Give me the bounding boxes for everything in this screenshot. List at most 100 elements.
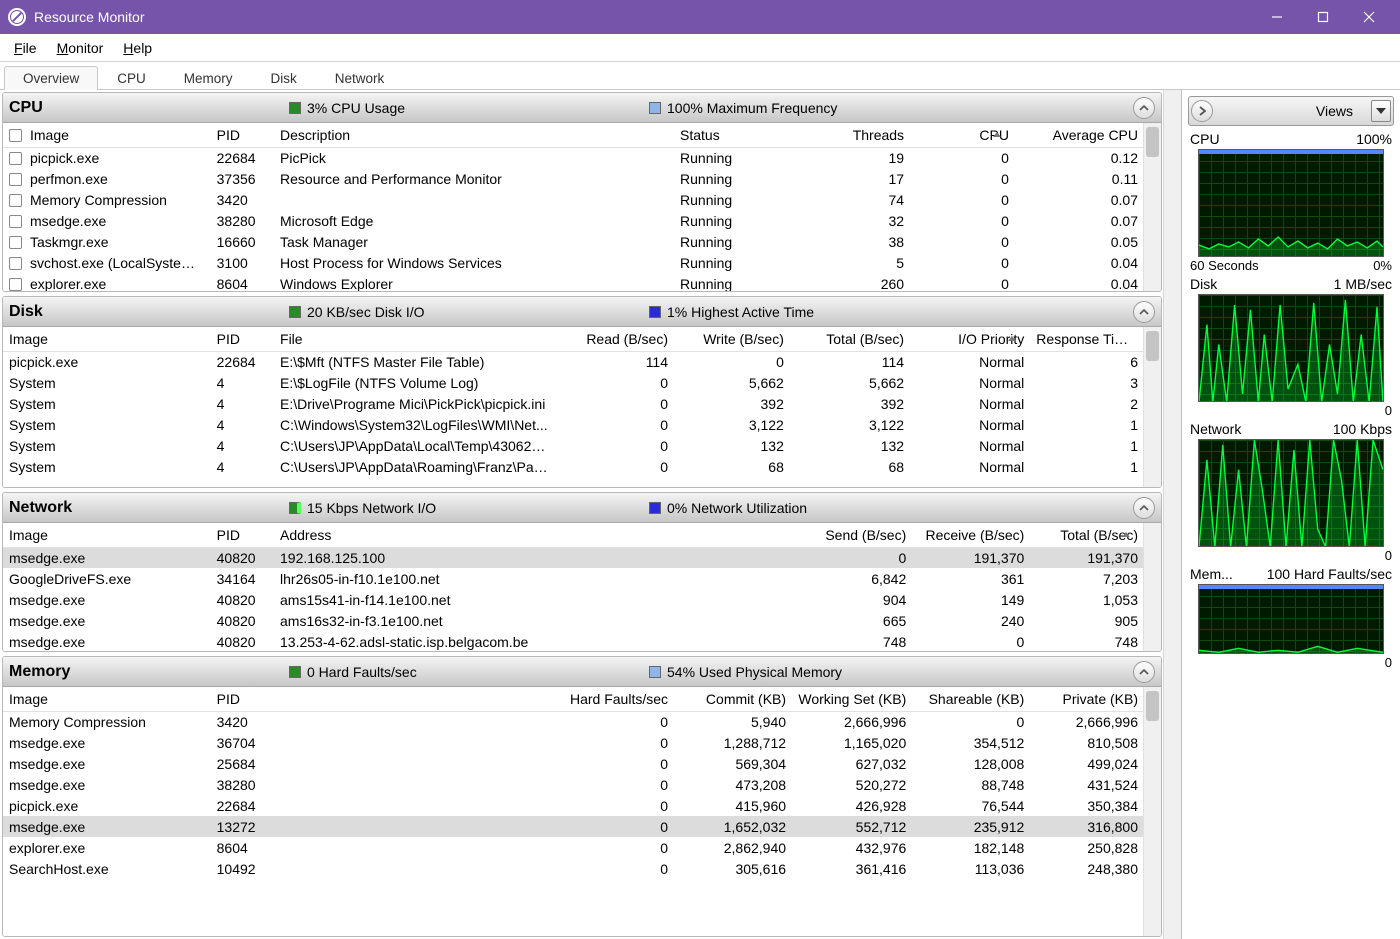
minimize-button[interactable]	[1254, 0, 1300, 34]
menu-monitor[interactable]: Monitor	[47, 38, 114, 58]
col-read[interactable]: Read (B/sec)	[558, 327, 674, 351]
col-image[interactable]: Image	[3, 327, 211, 351]
menu-file[interactable]: File	[4, 38, 47, 58]
table-row[interactable]: GoogleDriveFS.exe34164lhr26s05-in-f10.1e…	[3, 568, 1144, 589]
table-row[interactable]: Taskmgr.exe16660Task ManagerRunning3800.…	[3, 231, 1144, 252]
graph-disk: Disk1 MB/sec 0	[1188, 275, 1394, 418]
collapse-icon[interactable]	[1133, 97, 1155, 119]
checkbox[interactable]	[9, 257, 22, 270]
views-button[interactable]: Views	[1298, 99, 1391, 123]
table-row[interactable]: explorer.exe860402,862,940432,976182,148…	[3, 837, 1144, 858]
disk-table: Image PID File Read (B/sec) Write (B/sec…	[3, 327, 1144, 477]
tab-network[interactable]: Network	[316, 66, 404, 90]
col-share[interactable]: Shareable (KB)	[912, 687, 1030, 711]
table-row[interactable]: perfmon.exe37356Resource and Performance…	[3, 168, 1144, 189]
views-toolbar: Views	[1188, 96, 1394, 126]
net-io-indicator	[289, 502, 301, 514]
table-row[interactable]: System4C:\Windows\System32\LogFiles\WMI\…	[3, 414, 1144, 435]
expand-right-icon[interactable]	[1191, 100, 1213, 122]
close-button[interactable]	[1346, 0, 1392, 34]
table-row[interactable]: msedge.exe38280Microsoft EdgeRunning3200…	[3, 210, 1144, 231]
col-commit[interactable]: Commit (KB)	[674, 687, 792, 711]
col-image[interactable]: Image	[3, 523, 211, 547]
col-ws[interactable]: Working Set (KB)	[792, 687, 912, 711]
tab-disk[interactable]: Disk	[252, 66, 316, 90]
table-row[interactable]: msedge.exe40820192.168.125.1000191,37019…	[3, 547, 1144, 568]
col-pid[interactable]: PID	[211, 123, 274, 147]
col-avgcpu[interactable]: Average CPU	[1015, 123, 1144, 147]
col-send[interactable]: Send (B/sec)	[674, 523, 912, 547]
graph-cpu: CPU100% 60 Seconds0%	[1188, 130, 1394, 273]
checkbox[interactable]	[9, 173, 22, 186]
checkbox-all[interactable]	[9, 129, 22, 142]
scrollbar-thumb[interactable]	[1146, 127, 1159, 157]
col-desc[interactable]: Description	[274, 123, 674, 147]
col-total[interactable]: Total (B/sec)	[1030, 523, 1144, 547]
tab-overview[interactable]: Overview	[4, 66, 98, 90]
table-row[interactable]: Memory Compression3420Running7400.07	[3, 189, 1144, 210]
col-address[interactable]: Address	[274, 523, 674, 547]
col-pid[interactable]: PID	[211, 523, 274, 547]
net-io-label: 15 Kbps Network I/O	[307, 500, 436, 516]
table-row[interactable]: System4E:\Drive\Programe Mici\PickPick\p…	[3, 393, 1144, 414]
section-header-network[interactable]: Network 15 Kbps Network I/O 0% Network U…	[3, 493, 1161, 523]
col-recv[interactable]: Receive (B/sec)	[912, 523, 1030, 547]
col-image[interactable]: Image	[3, 687, 211, 711]
table-row[interactable]: System4E:\$LogFile (NTFS Volume Log)05,6…	[3, 372, 1144, 393]
table-row[interactable]: svchost.exe (LocalSystemNet...3100Host P…	[3, 252, 1144, 273]
scrollbar-thumb[interactable]	[1146, 331, 1159, 361]
menu-help[interactable]: Help	[113, 38, 162, 58]
col-hf[interactable]: Hard Faults/sec	[274, 687, 674, 711]
col-total[interactable]: Total (B/sec)	[790, 327, 910, 351]
col-cpu[interactable]: CPU	[910, 123, 1015, 147]
col-write[interactable]: Write (B/sec)	[674, 327, 790, 351]
graph-foot-right: 0	[1385, 655, 1392, 670]
net-util-indicator	[649, 502, 661, 514]
table-row[interactable]: picpick.exe22684PicPickRunning1900.12	[3, 147, 1144, 168]
section-header-memory[interactable]: Memory 0 Hard Faults/sec 54% Used Physic…	[3, 657, 1161, 687]
col-priv[interactable]: Private (KB)	[1030, 687, 1144, 711]
col-file[interactable]: File	[274, 327, 558, 351]
col-image[interactable]: Image	[3, 123, 211, 147]
table-row[interactable]: msedge.exe4082013.253-4-62.adsl-static.i…	[3, 631, 1144, 651]
checkbox[interactable]	[9, 236, 22, 249]
scrollbar-thumb[interactable]	[1146, 691, 1159, 721]
section-header-cpu[interactable]: CPU 3% CPU Usage 100% Maximum Frequency	[3, 93, 1161, 123]
collapse-icon[interactable]	[1133, 661, 1155, 683]
tab-cpu[interactable]: CPU	[98, 66, 165, 90]
checkbox[interactable]	[9, 278, 22, 291]
table-row[interactable]: msedge.exe256840569,304627,032128,008499…	[3, 753, 1144, 774]
table-row[interactable]: System4C:\Users\JP\AppData\Roaming\Franz…	[3, 456, 1144, 477]
checkbox[interactable]	[9, 194, 22, 207]
col-priority[interactable]: I/O Priority	[910, 327, 1030, 351]
checkbox[interactable]	[9, 215, 22, 228]
table-row[interactable]: msedge.exe3670401,288,7121,165,020354,51…	[3, 732, 1144, 753]
collapse-icon[interactable]	[1133, 497, 1155, 519]
table-row[interactable]: msedge.exe382800473,208520,27288,748431,…	[3, 774, 1144, 795]
mem-used-indicator	[649, 666, 661, 678]
disk-io-label: 20 KB/sec Disk I/O	[307, 304, 424, 320]
memory-table: Image PID Hard Faults/sec Commit (KB) Wo…	[3, 687, 1144, 879]
maximize-button[interactable]	[1300, 0, 1346, 34]
table-row[interactable]: explorer.exe8604Windows ExplorerRunning2…	[3, 273, 1144, 291]
table-row[interactable]: System4C:\Users\JP\AppData\Local\Temp\43…	[3, 435, 1144, 456]
section-header-disk[interactable]: Disk 20 KB/sec Disk I/O 1% Highest Activ…	[3, 297, 1161, 327]
chevron-down-icon[interactable]	[1371, 100, 1391, 122]
col-threads[interactable]: Threads	[805, 123, 910, 147]
checkbox[interactable]	[9, 152, 22, 165]
table-row[interactable]: Memory Compression342005,9402,666,99602,…	[3, 711, 1144, 732]
titlebar: Resource Monitor	[0, 0, 1400, 34]
col-pid[interactable]: PID	[211, 687, 274, 711]
table-row[interactable]: picpick.exe226840415,960426,92876,544350…	[3, 795, 1144, 816]
collapse-icon[interactable]	[1133, 301, 1155, 323]
table-row[interactable]: msedge.exe40820ams15s41-in-f14.1e100.net…	[3, 589, 1144, 610]
tab-memory[interactable]: Memory	[165, 66, 252, 90]
table-row[interactable]: msedge.exe1327201,652,032552,712235,9123…	[3, 816, 1144, 837]
col-pid[interactable]: PID	[211, 327, 274, 351]
col-status[interactable]: Status	[674, 123, 805, 147]
table-row[interactable]: SearchHost.exe104920305,616361,416113,03…	[3, 858, 1144, 879]
table-row[interactable]: msedge.exe40820ams16s32-in-f3.1e100.net6…	[3, 610, 1144, 631]
cpu-usage-indicator	[289, 102, 301, 114]
col-response[interactable]: Response Time...	[1030, 327, 1144, 351]
table-row[interactable]: picpick.exe22684E:\$Mft (NTFS Master Fil…	[3, 351, 1144, 372]
